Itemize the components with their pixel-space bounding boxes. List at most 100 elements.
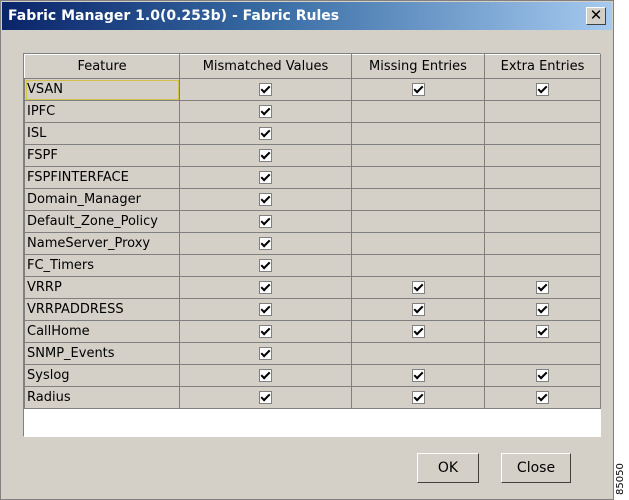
feature-cell[interactable]: SNMP_Events (24, 342, 180, 365)
extra-cell[interactable] (484, 320, 601, 343)
feature-cell[interactable]: CallHome (24, 320, 180, 343)
extra-cell[interactable] (484, 144, 601, 167)
close-window-icon[interactable]: ✕ (586, 7, 606, 25)
table-row[interactable]: Syslog (24, 364, 601, 387)
feature-cell[interactable]: FC_Timers (24, 254, 180, 277)
table-row[interactable]: VRRPADDRESS (24, 298, 601, 321)
mismatched-checkbox[interactable] (259, 347, 272, 360)
missing-cell[interactable] (351, 386, 485, 409)
mismatched-checkbox[interactable] (259, 325, 272, 338)
mismatched-cell[interactable] (179, 276, 352, 299)
mismatched-checkbox[interactable] (259, 237, 272, 250)
missing-checkbox[interactable] (411, 281, 425, 294)
mismatched-cell[interactable] (179, 386, 352, 409)
missing-cell[interactable] (351, 166, 485, 189)
missing-cell[interactable] (351, 122, 485, 145)
mismatched-checkbox[interactable] (259, 83, 272, 96)
missing-cell[interactable] (351, 78, 485, 101)
mismatched-cell[interactable] (179, 166, 352, 189)
mismatched-cell[interactable] (179, 188, 352, 211)
table-row[interactable]: VSAN (24, 78, 601, 101)
mismatched-checkbox[interactable] (259, 149, 272, 162)
extra-checkbox[interactable] (536, 281, 549, 294)
missing-cell[interactable] (351, 364, 485, 387)
mismatched-checkbox[interactable] (259, 281, 272, 294)
missing-cell[interactable] (351, 276, 485, 299)
mismatched-checkbox[interactable] (259, 369, 272, 382)
mismatched-cell[interactable] (179, 342, 352, 365)
extra-cell[interactable] (484, 100, 601, 123)
table-row[interactable]: FC_Timers (24, 254, 601, 277)
table-row[interactable]: SNMP_Events (24, 342, 601, 365)
extra-checkbox[interactable] (536, 325, 549, 338)
missing-cell[interactable] (351, 188, 485, 211)
missing-cell[interactable] (351, 144, 485, 167)
missing-checkbox[interactable] (411, 391, 425, 404)
column-header-missing-entries[interactable]: Missing Entries (351, 54, 485, 79)
feature-cell[interactable]: VRRP (24, 276, 180, 299)
mismatched-checkbox[interactable] (259, 127, 272, 140)
missing-cell[interactable] (351, 298, 485, 321)
mismatched-checkbox[interactable] (259, 303, 272, 316)
feature-cell[interactable]: VRRPADDRESS (24, 298, 180, 321)
feature-cell[interactable]: Radius (24, 386, 180, 409)
mismatched-cell[interactable] (179, 232, 352, 255)
mismatched-cell[interactable] (179, 144, 352, 167)
mismatched-cell[interactable] (179, 78, 352, 101)
feature-cell[interactable]: Domain_Manager (24, 188, 180, 211)
extra-cell[interactable] (484, 188, 601, 211)
mismatched-checkbox[interactable] (259, 391, 272, 404)
feature-cell[interactable]: Default_Zone_Policy (24, 210, 180, 233)
mismatched-checkbox[interactable] (259, 259, 272, 272)
missing-cell[interactable] (351, 320, 485, 343)
mismatched-checkbox[interactable] (259, 171, 272, 184)
mismatched-checkbox[interactable] (259, 215, 272, 228)
feature-cell[interactable]: FSPFINTERFACE (24, 166, 180, 189)
table-row[interactable]: CallHome (24, 320, 601, 343)
column-header-mismatched-values[interactable]: Mismatched Values (179, 54, 352, 79)
extra-cell[interactable] (484, 122, 601, 145)
mismatched-checkbox[interactable] (259, 193, 272, 206)
mismatched-cell[interactable] (179, 364, 352, 387)
table-row[interactable]: IPFC (24, 100, 601, 123)
feature-cell[interactable]: ISL (24, 122, 180, 145)
extra-cell[interactable] (484, 210, 601, 233)
mismatched-cell[interactable] (179, 320, 352, 343)
missing-cell[interactable] (351, 232, 485, 255)
extra-cell[interactable] (484, 232, 601, 255)
missing-cell[interactable] (351, 100, 485, 123)
missing-cell[interactable] (351, 210, 485, 233)
extra-cell[interactable] (484, 386, 601, 409)
feature-cell[interactable]: IPFC (24, 100, 180, 123)
table-row[interactable]: ISL (24, 122, 601, 145)
missing-checkbox[interactable] (411, 303, 425, 316)
table-row[interactable]: Default_Zone_Policy (24, 210, 601, 233)
extra-checkbox[interactable] (536, 369, 549, 382)
close-button[interactable]: Close (501, 453, 571, 483)
table-row[interactable]: VRRP (24, 276, 601, 299)
column-header-feature[interactable]: Feature (24, 54, 180, 79)
extra-cell[interactable] (484, 364, 601, 387)
missing-checkbox[interactable] (411, 83, 425, 96)
table-row[interactable]: Radius (24, 386, 601, 409)
feature-cell[interactable]: VSAN (24, 78, 180, 101)
table-row[interactable]: FSPF (24, 144, 601, 167)
extra-checkbox[interactable] (536, 83, 549, 96)
feature-cell[interactable]: Syslog (24, 364, 180, 387)
title-bar[interactable]: Fabric Manager 1.0(0.253b) - Fabric Rule… (2, 2, 612, 30)
missing-cell[interactable] (351, 342, 485, 365)
extra-checkbox[interactable] (536, 391, 549, 404)
missing-checkbox[interactable] (411, 325, 425, 338)
table-row[interactable]: NameServer_Proxy (24, 232, 601, 255)
extra-cell[interactable] (484, 78, 601, 101)
column-header-extra-entries[interactable]: Extra Entries (484, 54, 601, 79)
mismatched-cell[interactable] (179, 100, 352, 123)
extra-cell[interactable] (484, 298, 601, 321)
extra-checkbox[interactable] (536, 303, 549, 316)
ok-button[interactable]: OK (417, 453, 479, 483)
extra-cell[interactable] (484, 166, 601, 189)
feature-cell[interactable]: NameServer_Proxy (24, 232, 180, 255)
mismatched-cell[interactable] (179, 210, 352, 233)
table-row[interactable]: Domain_Manager (24, 188, 601, 211)
extra-cell[interactable] (484, 342, 601, 365)
